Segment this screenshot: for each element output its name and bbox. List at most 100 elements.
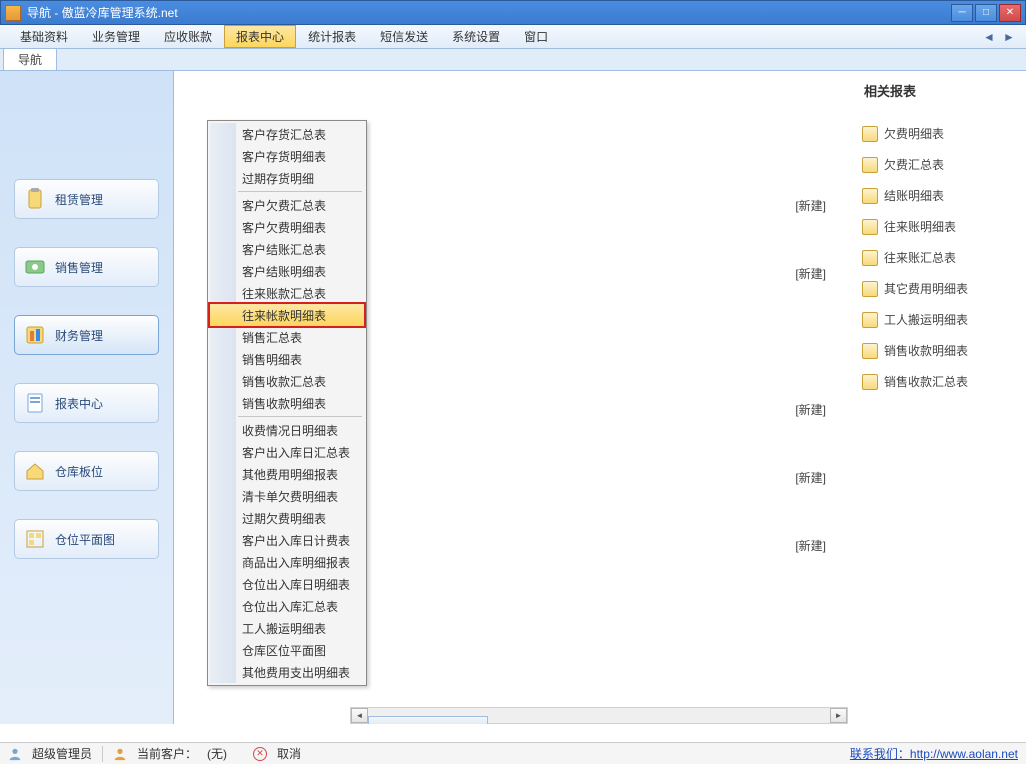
left-nav: 租赁管理销售管理财务管理报表中心仓库板位仓位平面图	[0, 71, 174, 724]
dropdown-item-客户欠费汇总表[interactable]: 客户欠费汇总表	[210, 194, 364, 216]
dropdown-item-销售收款汇总表[interactable]: 销售收款汇总表	[210, 370, 364, 392]
dropdown-item-工人搬运明细表[interactable]: 工人搬运明细表	[210, 617, 364, 639]
report-label: 结账明细表	[884, 187, 944, 204]
dropdown-item-过期欠费明细表[interactable]: 过期欠费明细表	[210, 507, 364, 529]
scroll-left-arrow[interactable]: ◄	[351, 708, 368, 723]
report-label: 销售收款明细表	[884, 342, 968, 359]
report-label: 其它费用明细表	[884, 280, 968, 297]
status-cancel[interactable]: 取消	[277, 745, 301, 762]
dropdown-item-清卡单欠费明细表[interactable]: 清卡单欠费明细表	[210, 485, 364, 507]
dropdown-item-商品出入库明细报表[interactable]: 商品出入库明细报表	[210, 551, 364, 573]
report-dropdown: 客户存货汇总表客户存货明细表过期存货明细客户欠费汇总表客户欠费明细表客户结账汇总…	[207, 120, 367, 686]
dropdown-item-往来账款汇总表[interactable]: 往来账款汇总表	[210, 282, 364, 304]
dropdown-item-其他费用明细报表[interactable]: 其他费用明细报表	[210, 463, 364, 485]
report-label: 往来账汇总表	[884, 249, 956, 266]
dropdown-item-客户结账明细表[interactable]: 客户结账明细表	[210, 260, 364, 282]
menu-系统设置[interactable]: 系统设置	[440, 25, 512, 48]
nav-btn-仓位平面图[interactable]: 仓位平面图	[14, 519, 159, 559]
row-new-link[interactable]: [新建]	[795, 197, 826, 214]
nav-label: 财务管理	[55, 327, 103, 344]
dropdown-item-客户欠费明细表[interactable]: 客户欠费明细表	[210, 216, 364, 238]
dropdown-item-销售明细表[interactable]: 销售明细表	[210, 348, 364, 370]
menu-统计报表[interactable]: 统计报表	[296, 25, 368, 48]
report-icon	[862, 343, 878, 359]
navtab-item[interactable]: 导航	[3, 48, 57, 70]
menu-next[interactable]: ►	[1000, 28, 1018, 46]
minimize-button[interactable]: ─	[951, 4, 973, 22]
nav-btn-销售管理[interactable]: 销售管理	[14, 247, 159, 287]
menu-prev[interactable]: ◄	[980, 28, 998, 46]
nav-btn-仓库板位[interactable]: 仓库板位	[14, 451, 159, 491]
nav-label: 报表中心	[55, 395, 103, 412]
report-icon	[862, 374, 878, 390]
main-area: 财务管理 — 傲蓝 v5.2 租赁管理销售管理财务管理报表中心仓库板位仓位平面图…	[0, 71, 1026, 724]
nav-icon	[23, 527, 47, 551]
row-new-link[interactable]: [新建]	[795, 537, 826, 554]
dropdown-item-仓位出入库汇总表[interactable]: 仓位出入库汇总表	[210, 595, 364, 617]
row-new-link[interactable]: [新建]	[795, 401, 826, 418]
dropdown-item-仓位出入库日明细表[interactable]: 仓位出入库日明细表	[210, 573, 364, 595]
nav-btn-报表中心[interactable]: 报表中心	[14, 383, 159, 423]
report-label: 往来账明细表	[884, 218, 956, 235]
nav-label: 租赁管理	[55, 191, 103, 208]
report-icon	[862, 219, 878, 235]
horizontal-scrollbar[interactable]: ◄ ►	[350, 707, 848, 724]
nav-btn-财务管理[interactable]: 财务管理	[14, 315, 159, 355]
dropdown-item-客户出入库日计费表[interactable]: 客户出入库日计费表	[210, 529, 364, 551]
dropdown-item-销售收款明细表[interactable]: 销售收款明细表	[210, 392, 364, 414]
dropdown-item-仓库区位平面图[interactable]: 仓库区位平面图	[210, 639, 364, 661]
report-item-结账明细表[interactable]: 结账明细表	[858, 180, 1018, 211]
nav-btn-租赁管理[interactable]: 租赁管理	[14, 179, 159, 219]
row-new-link[interactable]: [新建]	[795, 469, 826, 486]
report-item-工人搬运明细表[interactable]: 工人搬运明细表	[858, 304, 1018, 335]
dropdown-item-其他费用支出明细表[interactable]: 其他费用支出明细表	[210, 661, 364, 683]
nav-icon	[23, 323, 47, 347]
app-icon	[5, 5, 21, 21]
report-icon	[862, 188, 878, 204]
status-customer-value: (无)	[207, 745, 227, 762]
menu-报表中心[interactable]: 报表中心	[224, 25, 296, 48]
dropdown-item-收费情况日明细表[interactable]: 收费情况日明细表	[210, 419, 364, 441]
report-label: 销售收款汇总表	[884, 373, 968, 390]
report-icon	[862, 312, 878, 328]
dropdown-item-过期存货明细[interactable]: 过期存货明细	[210, 167, 364, 189]
row-new-link[interactable]: [新建]	[795, 265, 826, 282]
cancel-icon[interactable]: ✕	[253, 747, 267, 761]
dropdown-item-客户出入库日汇总表[interactable]: 客户出入库日汇总表	[210, 441, 364, 463]
report-label: 工人搬运明细表	[884, 311, 968, 328]
menu-业务管理[interactable]: 业务管理	[80, 25, 152, 48]
right-panel-title: 相关报表	[858, 81, 1018, 100]
dropdown-item-客户结账汇总表[interactable]: 客户结账汇总表	[210, 238, 364, 260]
menu-应收账款[interactable]: 应收账款	[152, 25, 224, 48]
nav-icon	[23, 391, 47, 415]
report-icon	[862, 250, 878, 266]
report-item-销售收款明细表[interactable]: 销售收款明细表	[858, 335, 1018, 366]
dropdown-item-销售汇总表[interactable]: 销售汇总表	[210, 326, 364, 348]
contact-link[interactable]: 联系我们：http://www.aolan.net	[850, 745, 1018, 762]
report-label: 欠费明细表	[884, 125, 944, 142]
report-item-欠费明细表[interactable]: 欠费明细表	[858, 118, 1018, 149]
dropdown-item-往来帐款明细表[interactable]: 往来帐款明细表	[209, 303, 365, 327]
menu-基础资料[interactable]: 基础资料	[8, 25, 80, 48]
dropdown-item-客户存货汇总表[interactable]: 客户存货汇总表	[210, 123, 364, 145]
dropdown-item-客户存货明细表[interactable]: 客户存货明细表	[210, 145, 364, 167]
close-button[interactable]: ✕	[999, 4, 1021, 22]
maximize-button[interactable]: □	[975, 4, 997, 22]
report-item-销售收款汇总表[interactable]: 销售收款汇总表	[858, 366, 1018, 397]
report-icon	[862, 281, 878, 297]
menu-窗口[interactable]: 窗口	[512, 25, 560, 48]
scroll-thumb[interactable]	[368, 716, 488, 725]
dropdown-separator	[238, 191, 362, 192]
nav-label: 销售管理	[55, 259, 103, 276]
report-item-其它费用明细表[interactable]: 其它费用明细表	[858, 273, 1018, 304]
nav-icon	[23, 459, 47, 483]
menu-短信发送[interactable]: 短信发送	[368, 25, 440, 48]
status-user: 超级管理员	[32, 745, 92, 762]
nav-icon	[23, 187, 47, 211]
report-item-往来账汇总表[interactable]: 往来账汇总表	[858, 242, 1018, 273]
report-icon	[862, 157, 878, 173]
scroll-right-arrow[interactable]: ►	[830, 708, 847, 723]
report-item-欠费汇总表[interactable]: 欠费汇总表	[858, 149, 1018, 180]
report-item-往来账明细表[interactable]: 往来账明细表	[858, 211, 1018, 242]
menubar: 基础资料业务管理应收账款报表中心统计报表短信发送系统设置窗口 ◄►	[0, 25, 1026, 49]
